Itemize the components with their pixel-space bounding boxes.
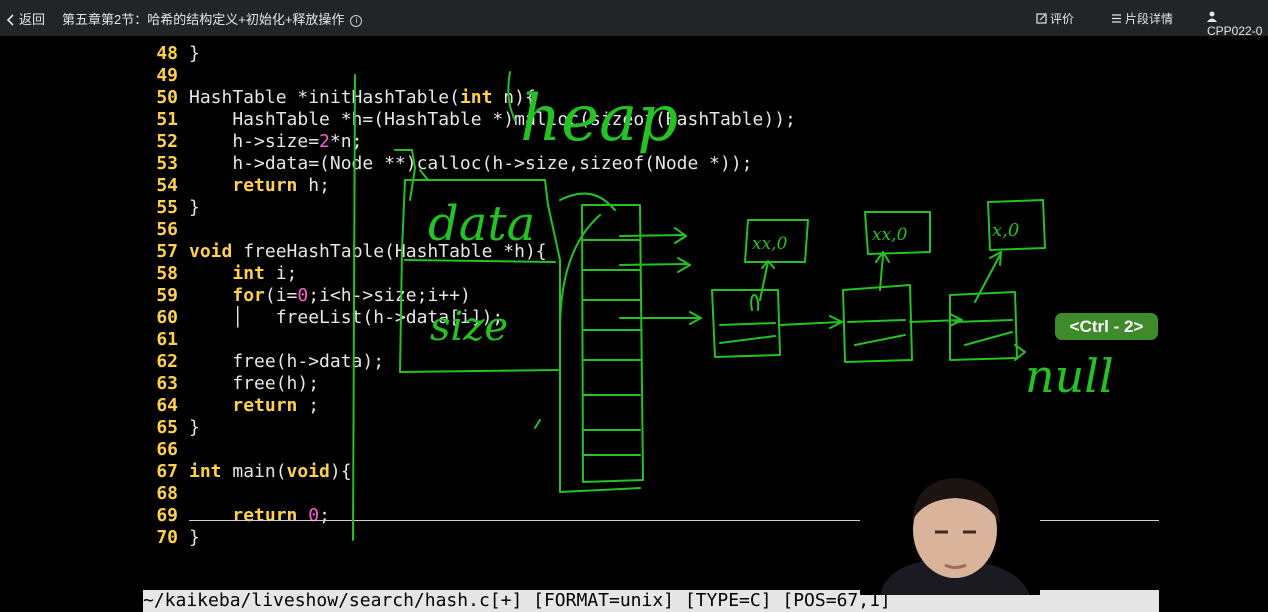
ink-data-label: data [428, 196, 535, 252]
ink-null-label: null [1025, 349, 1114, 403]
ink-size-label: size [430, 304, 508, 350]
ink-heap-label: heap [520, 82, 678, 156]
ink-node2-label: xx,0 [872, 225, 908, 245]
webcam-video [860, 470, 1040, 595]
ink-annotations: data size heap null xx,0 xx,0 x,0 [352, 71, 1114, 541]
shortcut-badge: <Ctrl - 2> [1055, 313, 1158, 340]
ink-node1-label: xx,0 [752, 234, 788, 254]
ink-node3-label: x,0 [992, 220, 1019, 241]
